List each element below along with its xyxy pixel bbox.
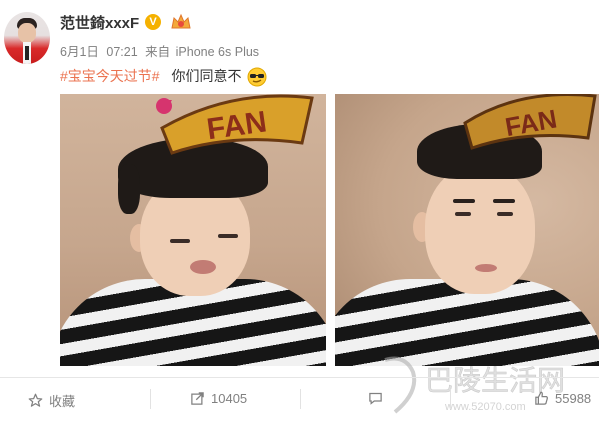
star-icon [28, 393, 43, 407]
photo-selfie-pouting[interactable]: FAN [60, 94, 326, 366]
favorite-button[interactable]: 收藏 [28, 391, 75, 410]
post-text: #宝宝今天过节# 你们同意不 [60, 66, 267, 87]
post-meta: 6月1日 07:21 来自 iPhone 6s Plus [60, 41, 263, 60]
post-time[interactable]: 07:21 [106, 45, 137, 59]
fan-headband-icon: FAN [156, 94, 314, 155]
avatar[interactable] [4, 12, 50, 64]
share-count: 10405 [211, 391, 248, 406]
verified-badge-icon: V [145, 14, 161, 30]
post-date[interactable]: 6月1日 [60, 45, 99, 59]
post-source[interactable]: iPhone 6s Plus [176, 45, 259, 59]
footer-divider [0, 377, 599, 378]
action-separator [150, 389, 151, 409]
share-icon [191, 392, 204, 405]
hashtag-link[interactable]: #宝宝今天过节# [60, 68, 160, 84]
like-button[interactable]: 55988 [534, 391, 591, 406]
comment-button[interactable] [368, 391, 383, 406]
favorite-label: 收藏 [49, 394, 76, 409]
post-body: 你们同意不 [171, 68, 242, 84]
sunglasses-emoji-icon [247, 67, 267, 87]
photo-selfie-frowning[interactable]: FAN [335, 94, 599, 366]
fan-headband-icon: FAN [463, 94, 597, 150]
watermark-url: www.52070.com [444, 401, 526, 413]
vip-crown-icon [171, 13, 191, 29]
share-button[interactable]: 10405 [190, 391, 247, 406]
action-separator [300, 389, 301, 409]
username[interactable]: 范世錡xxxF [60, 12, 139, 33]
comment-icon [369, 392, 382, 405]
like-count: 55988 [555, 391, 592, 406]
source-prefix: 来自 [145, 45, 171, 59]
action-separator [450, 389, 451, 409]
thumbs-up-icon [535, 391, 548, 405]
